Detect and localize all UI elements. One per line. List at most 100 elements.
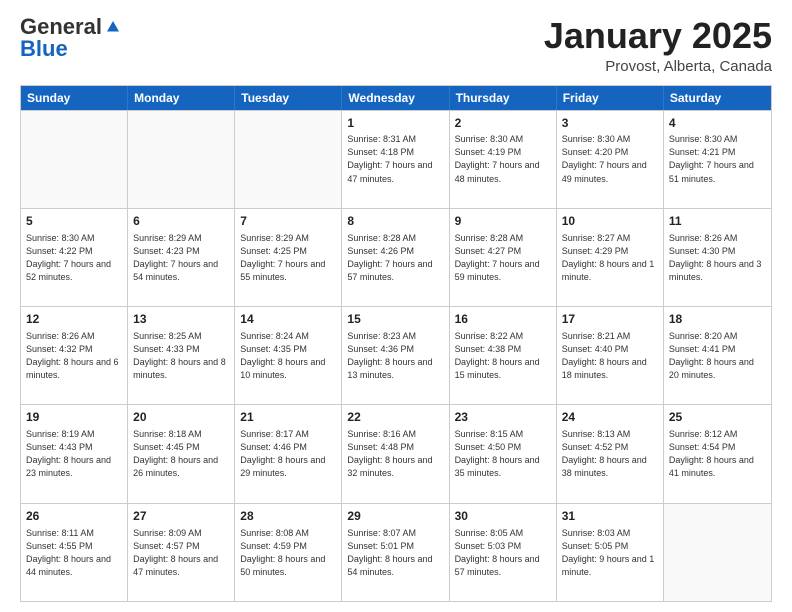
cell-info: Sunrise: 8:16 AM Sunset: 4:48 PM Dayligh… (347, 428, 443, 480)
calendar: SundayMondayTuesdayWednesdayThursdayFrid… (20, 85, 772, 602)
cell-info: Sunrise: 8:30 AM Sunset: 4:22 PM Dayligh… (26, 232, 122, 284)
cal-cell: 13 Sunrise: 8:25 AM Sunset: 4:33 PM Dayli… (128, 307, 235, 404)
cal-header-tuesday: Tuesday (235, 86, 342, 110)
cell-info: Sunrise: 8:21 AM Sunset: 4:40 PM Dayligh… (562, 330, 658, 382)
cal-cell: 3Sunrise: 8:30 AM Sunset: 4:20 PM Daylig… (557, 111, 664, 208)
cal-cell: 20 Sunrise: 8:18 AM Sunset: 4:45 PM Dayli… (128, 405, 235, 502)
cell-info: Sunrise: 8:26 AM Sunset: 4:30 PM Dayligh… (669, 232, 766, 284)
cell-day-number: 14 (240, 311, 336, 328)
cell-day-number: 31 (562, 508, 658, 525)
cell-day-number: 12 (26, 311, 122, 328)
cell-info: Sunrise: 8:30 AM Sunset: 4:20 PM Dayligh… (562, 133, 658, 185)
cell-day-number: 27 (133, 508, 229, 525)
cal-cell: 1Sunrise: 8:31 AM Sunset: 4:18 PM Daylig… (342, 111, 449, 208)
cell-day-number: 23 (455, 409, 551, 426)
cell-info: Sunrise: 8:15 AM Sunset: 4:50 PM Dayligh… (455, 428, 551, 480)
cal-cell: 15Sunrise: 8:23 AM Sunset: 4:36 PM Dayli… (342, 307, 449, 404)
cal-cell: 31 Sunrise: 8:03 AM Sunset: 5:05 PM Dayli… (557, 504, 664, 601)
cell-info: Sunrise: 8:13 AM Sunset: 4:52 PM Dayligh… (562, 428, 658, 480)
cal-cell: 24 Sunrise: 8:13 AM Sunset: 4:52 PM Dayli… (557, 405, 664, 502)
cell-day-number: 15 (347, 311, 443, 328)
cal-row-3: 12Sunrise: 8:26 AM Sunset: 4:32 PM Dayli… (21, 306, 771, 404)
cell-info: Sunrise: 8:12 AM Sunset: 4:54 PM Dayligh… (669, 428, 766, 480)
cal-cell: 10 Sunrise: 8:27 AM Sunset: 4:29 PM Dayli… (557, 209, 664, 306)
cell-day-number: 26 (26, 508, 122, 525)
cell-day-number: 2 (455, 115, 551, 132)
cal-cell: 8 Sunrise: 8:28 AM Sunset: 4:26 PM Daylig… (342, 209, 449, 306)
cell-info: Sunrise: 8:03 AM Sunset: 5:05 PM Dayligh… (562, 527, 658, 579)
cell-day-number: 20 (133, 409, 229, 426)
cal-cell: 23 Sunrise: 8:15 AM Sunset: 4:50 PM Dayli… (450, 405, 557, 502)
cal-row-1: 1Sunrise: 8:31 AM Sunset: 4:18 PM Daylig… (21, 110, 771, 208)
cal-row-5: 26 Sunrise: 8:11 AM Sunset: 4:55 PM Dayli… (21, 503, 771, 601)
cell-day-number: 19 (26, 409, 122, 426)
calendar-header: SundayMondayTuesdayWednesdayThursdayFrid… (21, 86, 771, 110)
cell-day-number: 9 (455, 213, 551, 230)
cal-cell: 28Sunrise: 8:08 AM Sunset: 4:59 PM Dayli… (235, 504, 342, 601)
cal-cell (235, 111, 342, 208)
cell-day-number: 13 (133, 311, 229, 328)
cell-info: Sunrise: 8:28 AM Sunset: 4:27 PM Dayligh… (455, 232, 551, 284)
cal-cell: 9 Sunrise: 8:28 AM Sunset: 4:27 PM Daylig… (450, 209, 557, 306)
cell-info: Sunrise: 8:25 AM Sunset: 4:33 PM Dayligh… (133, 330, 229, 382)
cell-day-number: 25 (669, 409, 766, 426)
cal-cell: 26 Sunrise: 8:11 AM Sunset: 4:55 PM Dayli… (21, 504, 128, 601)
cal-header-monday: Monday (128, 86, 235, 110)
cell-day-number: 10 (562, 213, 658, 230)
cell-info: Sunrise: 8:18 AM Sunset: 4:45 PM Dayligh… (133, 428, 229, 480)
cell-info: Sunrise: 8:30 AM Sunset: 4:19 PM Dayligh… (455, 133, 551, 185)
cal-header-wednesday: Wednesday (342, 86, 449, 110)
cell-day-number: 8 (347, 213, 443, 230)
page: General Blue January 2025 Provost, Alber… (0, 0, 792, 612)
cell-day-number: 5 (26, 213, 122, 230)
cal-cell: 2Sunrise: 8:30 AM Sunset: 4:19 PM Daylig… (450, 111, 557, 208)
cal-cell: 17 Sunrise: 8:21 AM Sunset: 4:40 PM Dayli… (557, 307, 664, 404)
cal-row-4: 19Sunrise: 8:19 AM Sunset: 4:43 PM Dayli… (21, 404, 771, 502)
cell-day-number: 17 (562, 311, 658, 328)
cell-day-number: 29 (347, 508, 443, 525)
logo-general-text: General (20, 16, 102, 38)
cell-day-number: 21 (240, 409, 336, 426)
cal-cell: 18Sunrise: 8:20 AM Sunset: 4:41 PM Dayli… (664, 307, 771, 404)
cal-row-2: 5 Sunrise: 8:30 AM Sunset: 4:22 PM Daylig… (21, 208, 771, 306)
cell-info: Sunrise: 8:05 AM Sunset: 5:03 PM Dayligh… (455, 527, 551, 579)
cell-info: Sunrise: 8:22 AM Sunset: 4:38 PM Dayligh… (455, 330, 551, 382)
cell-info: Sunrise: 8:27 AM Sunset: 4:29 PM Dayligh… (562, 232, 658, 284)
cell-day-number: 11 (669, 213, 766, 230)
cell-day-number: 3 (562, 115, 658, 132)
cal-cell: 6 Sunrise: 8:29 AM Sunset: 4:23 PM Daylig… (128, 209, 235, 306)
logo: General Blue (20, 16, 122, 62)
header: General Blue January 2025 Provost, Alber… (20, 16, 772, 75)
cell-info: Sunrise: 8:24 AM Sunset: 4:35 PM Dayligh… (240, 330, 336, 382)
cell-info: Sunrise: 8:29 AM Sunset: 4:25 PM Dayligh… (240, 232, 336, 284)
cell-day-number: 30 (455, 508, 551, 525)
cal-header-sunday: Sunday (21, 86, 128, 110)
cal-cell: 29 Sunrise: 8:07 AM Sunset: 5:01 PM Dayli… (342, 504, 449, 601)
cell-info: Sunrise: 8:31 AM Sunset: 4:18 PM Dayligh… (347, 133, 443, 185)
cal-cell (664, 504, 771, 601)
cell-day-number: 6 (133, 213, 229, 230)
cell-info: Sunrise: 8:29 AM Sunset: 4:23 PM Dayligh… (133, 232, 229, 284)
cell-info: Sunrise: 8:30 AM Sunset: 4:21 PM Dayligh… (669, 133, 766, 185)
cal-cell (128, 111, 235, 208)
cell-day-number: 24 (562, 409, 658, 426)
cell-info: Sunrise: 8:11 AM Sunset: 4:55 PM Dayligh… (26, 527, 122, 579)
title-block: January 2025 Provost, Alberta, Canada (544, 16, 772, 75)
cal-cell: 19Sunrise: 8:19 AM Sunset: 4:43 PM Dayli… (21, 405, 128, 502)
cal-header-saturday: Saturday (664, 86, 771, 110)
cell-day-number: 1 (347, 115, 443, 132)
cal-cell: 25 Sunrise: 8:12 AM Sunset: 4:54 PM Dayli… (664, 405, 771, 502)
cell-info: Sunrise: 8:28 AM Sunset: 4:26 PM Dayligh… (347, 232, 443, 284)
logo-blue-text: Blue (20, 36, 68, 62)
month-title: January 2025 (544, 16, 772, 56)
cal-cell: 14 Sunrise: 8:24 AM Sunset: 4:35 PM Dayli… (235, 307, 342, 404)
cal-header-friday: Friday (557, 86, 664, 110)
cal-cell: 11 Sunrise: 8:26 AM Sunset: 4:30 PM Dayli… (664, 209, 771, 306)
cal-cell: 27Sunrise: 8:09 AM Sunset: 4:57 PM Dayli… (128, 504, 235, 601)
cell-day-number: 22 (347, 409, 443, 426)
logo-icon (104, 18, 122, 36)
cal-cell: 12Sunrise: 8:26 AM Sunset: 4:32 PM Dayli… (21, 307, 128, 404)
cell-day-number: 4 (669, 115, 766, 132)
cell-info: Sunrise: 8:17 AM Sunset: 4:46 PM Dayligh… (240, 428, 336, 480)
cell-info: Sunrise: 8:07 AM Sunset: 5:01 PM Dayligh… (347, 527, 443, 579)
